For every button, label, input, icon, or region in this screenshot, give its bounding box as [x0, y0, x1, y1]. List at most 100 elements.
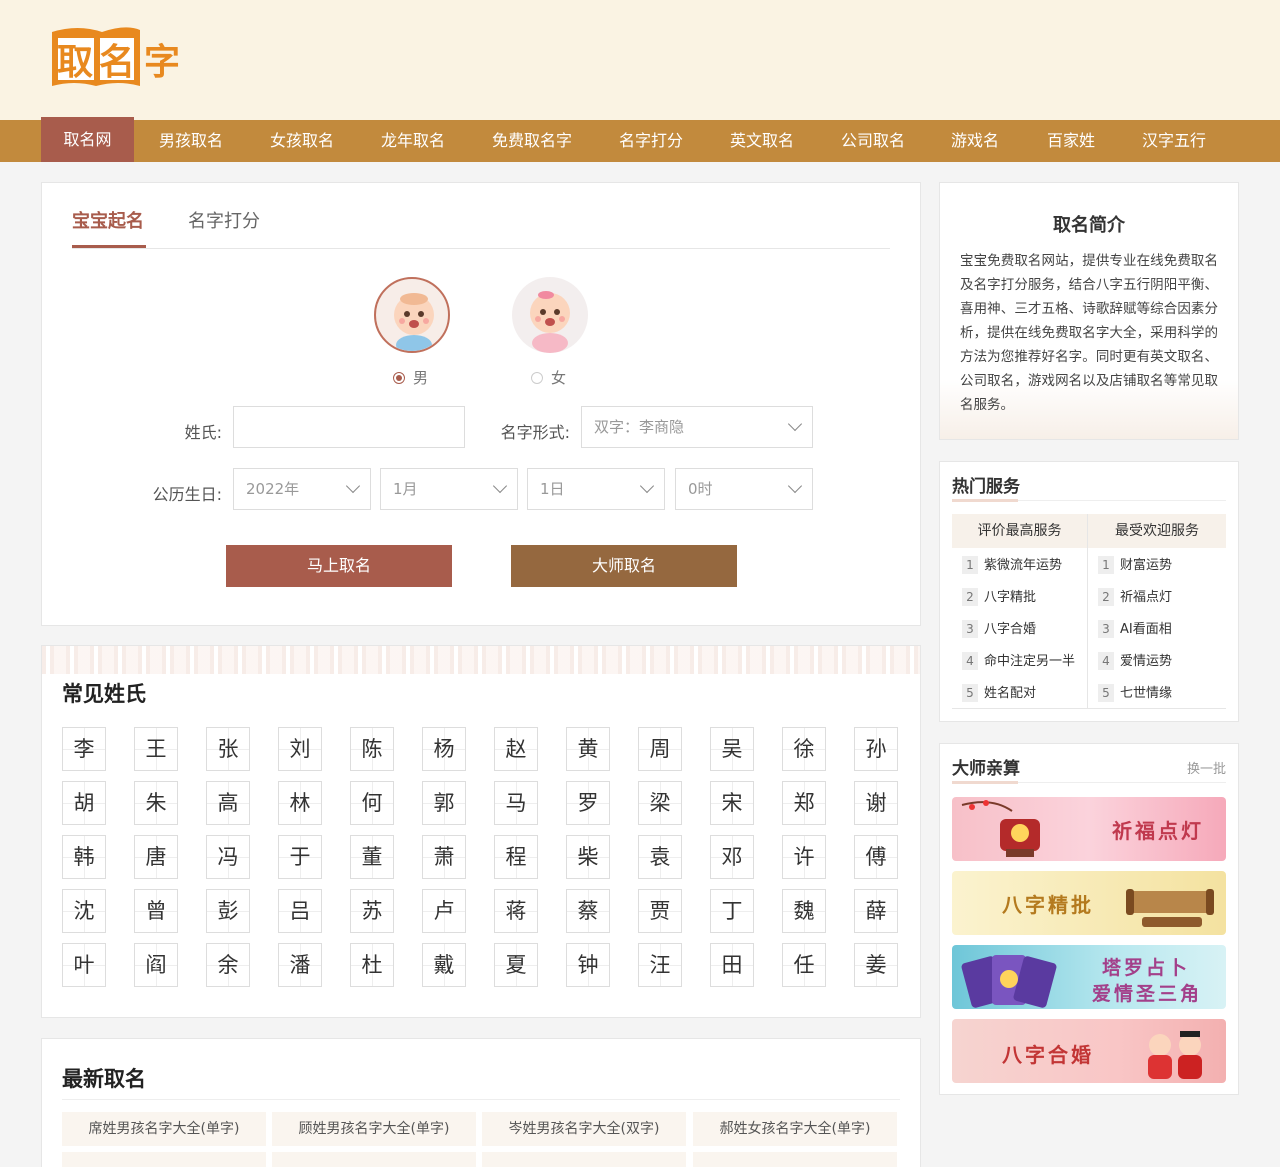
hot-service-item[interactable]: 5 姓名配对: [962, 684, 1036, 704]
surname-cell[interactable]: 林: [278, 781, 322, 825]
surname-cell[interactable]: 傅: [854, 835, 898, 879]
hour-select[interactable]: 0时: [675, 468, 813, 510]
surname-cell[interactable]: 蒋: [494, 889, 538, 933]
surname-cell[interactable]: 赵: [494, 727, 538, 771]
surname-cell[interactable]: 丁: [710, 889, 754, 933]
surname-cell[interactable]: 曾: [134, 889, 178, 933]
nav-item-boy[interactable]: 男孩取名: [146, 120, 236, 162]
radio-female[interactable]: [531, 372, 543, 384]
surname-cell[interactable]: 姜: [854, 943, 898, 987]
surname-cell[interactable]: 许: [782, 835, 826, 879]
surname-cell[interactable]: 汪: [638, 943, 682, 987]
surname-cell[interactable]: 于: [278, 835, 322, 879]
hot-service-item[interactable]: 3 八字合婚: [962, 620, 1036, 640]
refresh-link[interactable]: 换一批: [1187, 758, 1226, 777]
surname-cell[interactable]: 谢: [854, 781, 898, 825]
surname-cell[interactable]: 周: [638, 727, 682, 771]
surname-cell[interactable]: 卢: [422, 889, 466, 933]
radio-male[interactable]: [393, 372, 405, 384]
surname-cell[interactable]: 董: [350, 835, 394, 879]
nav-item-five-elements[interactable]: 汉字五行: [1129, 120, 1219, 162]
surname-cell[interactable]: 张: [206, 727, 250, 771]
surname-cell[interactable]: 陈: [350, 727, 394, 771]
nav-item-game[interactable]: 游戏名: [937, 120, 1013, 162]
surname-cell[interactable]: 罗: [566, 781, 610, 825]
hot-service-item[interactable]: 1 紫微流年运势: [962, 556, 1062, 576]
hot-service-item[interactable]: 2 祈福点灯: [1098, 588, 1172, 608]
nav-item-company[interactable]: 公司取名: [828, 120, 918, 162]
banner-prayer-lamp[interactable]: 祈福点灯: [952, 797, 1226, 861]
surname-cell[interactable]: 薛: [854, 889, 898, 933]
nav-item-english[interactable]: 英文取名: [717, 120, 807, 162]
surname-cell[interactable]: 郭: [422, 781, 466, 825]
surname-cell[interactable]: 贾: [638, 889, 682, 933]
surname-cell[interactable]: 沈: [62, 889, 106, 933]
surname-cell[interactable]: 田: [710, 943, 754, 987]
latest-item[interactable]: 郝姓女孩名字大全(单字): [693, 1112, 897, 1146]
surname-cell[interactable]: 刘: [278, 727, 322, 771]
surname-cell[interactable]: 余: [206, 943, 250, 987]
girl-avatar[interactable]: [512, 277, 588, 353]
surname-cell[interactable]: 柴: [566, 835, 610, 879]
nav-item-free[interactable]: 免费取名字: [477, 120, 587, 162]
surname-cell[interactable]: 潘: [278, 943, 322, 987]
hot-service-item[interactable]: 1 财富运势: [1098, 556, 1172, 576]
surname-cell[interactable]: 朱: [134, 781, 178, 825]
surname-cell[interactable]: 萧: [422, 835, 466, 879]
surname-cell[interactable]: 徐: [782, 727, 826, 771]
surname-cell[interactable]: 马: [494, 781, 538, 825]
boy-avatar[interactable]: [374, 277, 450, 353]
hot-service-item[interactable]: 4 爱情运势: [1098, 652, 1172, 672]
surname-cell[interactable]: 宋: [710, 781, 754, 825]
surname-cell[interactable]: 程: [494, 835, 538, 879]
year-select[interactable]: 2022年: [233, 468, 371, 510]
surname-cell[interactable]: 蔡: [566, 889, 610, 933]
surname-cell[interactable]: 孙: [854, 727, 898, 771]
surname-cell[interactable]: 韩: [62, 835, 106, 879]
banner-bazi-reading[interactable]: 八字精批: [952, 871, 1226, 935]
name-form-select[interactable]: 双字：李商隐: [581, 406, 813, 448]
surname-cell[interactable]: 夏: [494, 943, 538, 987]
latest-item[interactable]: 席姓男孩名字大全(单字): [62, 1112, 266, 1146]
nav-item-score[interactable]: 名字打分: [606, 120, 696, 162]
surname-cell[interactable]: 叶: [62, 943, 106, 987]
surname-cell[interactable]: 杜: [350, 943, 394, 987]
latest-item[interactable]: 岑姓男孩名字大全(双字): [482, 1112, 686, 1146]
surname-cell[interactable]: 魏: [782, 889, 826, 933]
latest-item[interactable]: 顾姓男孩名字大全(单字): [272, 1112, 476, 1146]
surname-cell[interactable]: 高: [206, 781, 250, 825]
site-logo[interactable]: 取 名 字: [48, 24, 188, 90]
banner-tarot[interactable]: 塔罗占卜 爱情圣三角: [952, 945, 1226, 1009]
hot-service-item[interactable]: 4 命中注定另一半: [962, 652, 1075, 672]
hot-service-item[interactable]: 3 AI看面相: [1098, 620, 1172, 640]
tab-name-scoring[interactable]: 名字打分: [188, 207, 260, 233]
hot-service-item[interactable]: 2 八字精批: [962, 588, 1036, 608]
tab-baby-naming[interactable]: 宝宝起名: [72, 207, 144, 233]
surname-cell[interactable]: 梁: [638, 781, 682, 825]
surname-cell[interactable]: 黄: [566, 727, 610, 771]
surname-cell[interactable]: 胡: [62, 781, 106, 825]
nav-item-home[interactable]: 取名网: [41, 117, 134, 162]
month-select[interactable]: 1月: [380, 468, 518, 510]
nav-item-dragon-year[interactable]: 龙年取名: [368, 120, 458, 162]
surname-cell[interactable]: 郑: [782, 781, 826, 825]
banner-marriage-match[interactable]: 八字合婚: [952, 1019, 1226, 1083]
submit-naming-button[interactable]: 马上取名: [226, 545, 452, 587]
surname-cell[interactable]: 袁: [638, 835, 682, 879]
nav-item-surnames[interactable]: 百家姓: [1033, 120, 1109, 162]
surname-cell[interactable]: 唐: [134, 835, 178, 879]
surname-cell[interactable]: 杨: [422, 727, 466, 771]
hot-service-item[interactable]: 5 七世情缘: [1098, 684, 1172, 704]
nav-item-girl[interactable]: 女孩取名: [257, 120, 347, 162]
surname-cell[interactable]: 彭: [206, 889, 250, 933]
surname-cell[interactable]: 何: [350, 781, 394, 825]
surname-cell[interactable]: 钟: [566, 943, 610, 987]
surname-cell[interactable]: 任: [782, 943, 826, 987]
gender-female-option[interactable]: 女: [531, 367, 566, 388]
surname-cell[interactable]: 邓: [710, 835, 754, 879]
gender-male-option[interactable]: 男: [393, 367, 428, 388]
surname-cell[interactable]: 戴: [422, 943, 466, 987]
day-select[interactable]: 1日: [527, 468, 665, 510]
surname-cell[interactable]: 吴: [710, 727, 754, 771]
surname-cell[interactable]: 冯: [206, 835, 250, 879]
